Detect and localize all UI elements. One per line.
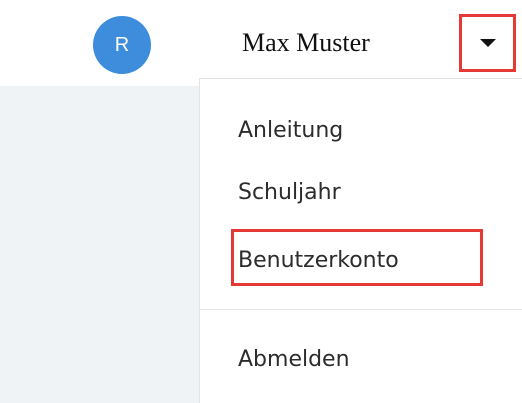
top-bar: R Max Muster [0, 0, 522, 86]
user-avatar[interactable]: R [93, 16, 151, 74]
menu-item-abmelden[interactable]: Abmelden [238, 347, 350, 373]
menu-item-anleitung[interactable]: Anleitung [238, 118, 343, 144]
menu-item-schuljahr[interactable]: Schuljahr [238, 180, 341, 206]
user-menu-toggle-button[interactable] [459, 14, 516, 72]
user-dropdown-menu: Anleitung Schuljahr Benutzerkonto Abmeld… [199, 78, 522, 403]
menu-item-benutzerkonto[interactable]: Benutzerkonto [238, 248, 399, 274]
avatar-initial: R [114, 33, 130, 56]
caret-down-icon [479, 39, 496, 47]
user-name[interactable]: Max Muster [242, 28, 370, 58]
page-content-background [0, 86, 199, 403]
menu-divider [200, 309, 522, 310]
